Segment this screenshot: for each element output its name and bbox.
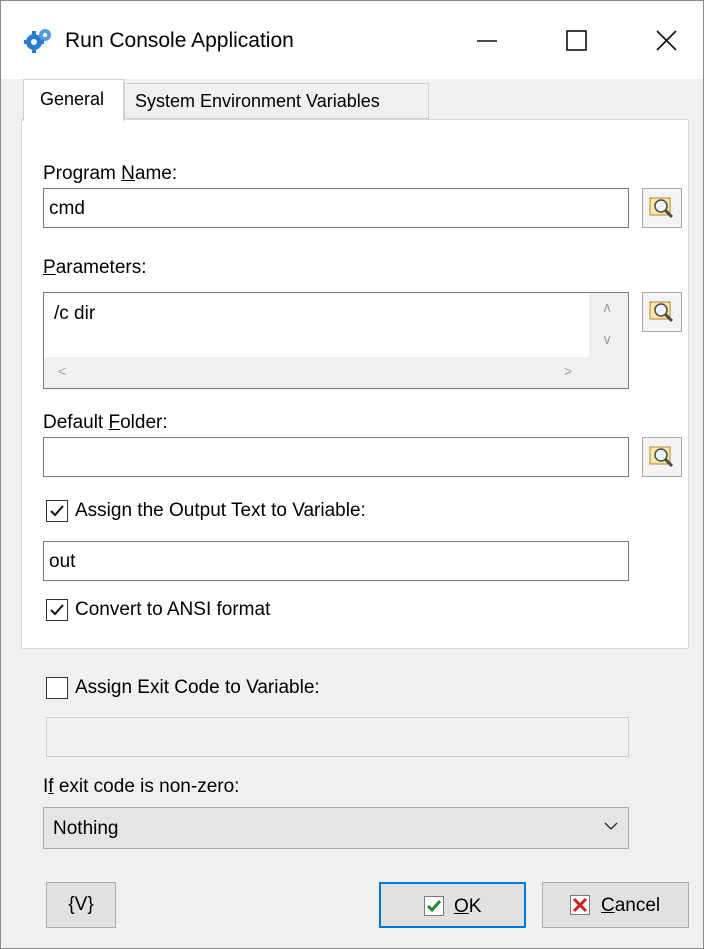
cancel-x-icon [570, 895, 590, 915]
maximize-icon [566, 30, 587, 51]
assign-exit-code-checkbox[interactable] [46, 677, 68, 699]
non-zero-action-select[interactable]: Nothing [43, 807, 629, 849]
parameters-memo[interactable]: /c dir ∧ ∨ < > [43, 292, 629, 389]
tab-env-label: System Environment Variables [135, 91, 380, 111]
output-variable-input[interactable]: out [43, 541, 629, 581]
parameters-text[interactable]: /c dir [44, 293, 589, 357]
maximize-button[interactable] [554, 19, 600, 63]
tab-general-label: General [40, 89, 105, 109]
tab-general[interactable]: General [23, 79, 124, 121]
insert-variable-button[interactable]: {V} [46, 882, 116, 928]
program-name-input[interactable]: cmd [43, 188, 629, 228]
check-icon [424, 896, 444, 916]
convert-ansi-label[interactable]: Convert to ANSI format [75, 599, 270, 621]
assign-exit-code-label[interactable]: Assign Exit Code to Variable: [75, 677, 320, 699]
exit-code-variable-input [46, 717, 629, 757]
minimize-icon [477, 40, 497, 42]
program-name-browse-button[interactable] [642, 188, 682, 228]
checkmark-icon [50, 505, 64, 517]
non-zero-exit-label: If exit code is non-zero: [43, 776, 240, 797]
default-folder-label: Default Folder: [43, 412, 168, 433]
title-bar[interactable]: Run Console Application [1, 1, 703, 79]
cancel-label: Cancel [601, 895, 661, 916]
minimize-button[interactable] [464, 19, 510, 63]
scroll-right-icon[interactable]: > [564, 363, 572, 379]
parameters-vertical-scrollbar[interactable]: ∧ ∨ [590, 293, 628, 357]
parameters-browse-button[interactable] [642, 292, 682, 332]
default-folder-input[interactable] [43, 437, 629, 477]
gears-app-icon [23, 27, 53, 53]
browse-magnifier-icon [649, 446, 674, 468]
ok-button[interactable]: OK [379, 882, 526, 928]
close-icon [656, 30, 677, 51]
assign-output-label[interactable]: Assign the Output Text to Variable: [75, 500, 366, 522]
assign-output-checkbox[interactable] [46, 500, 68, 522]
scroll-up-icon[interactable]: ∧ [602, 299, 612, 316]
parameters-horizontal-scrollbar[interactable]: < > [44, 357, 628, 388]
program-name-label: Program Name: [43, 163, 178, 184]
checkmark-icon [50, 604, 64, 616]
close-button[interactable] [643, 19, 689, 63]
scroll-down-icon[interactable]: ∨ [602, 331, 612, 348]
scroll-left-icon[interactable]: < [58, 363, 66, 379]
cancel-button[interactable]: Cancel [542, 882, 689, 928]
chevron-down-icon [604, 822, 618, 831]
convert-ansi-checkbox[interactable] [46, 599, 68, 621]
non-zero-action-value: Nothing [53, 818, 119, 839]
tab-system-environment-variables[interactable]: System Environment Variables [124, 83, 429, 119]
browse-magnifier-icon [649, 197, 674, 219]
window-title: Run Console Application [65, 29, 294, 52]
run-console-application-dialog: Run Console Application General System E… [0, 0, 704, 949]
default-folder-browse-button[interactable] [642, 437, 682, 477]
ok-label: OK [454, 896, 482, 917]
parameters-label: Parameters: [43, 257, 147, 278]
browse-magnifier-icon [649, 301, 674, 323]
